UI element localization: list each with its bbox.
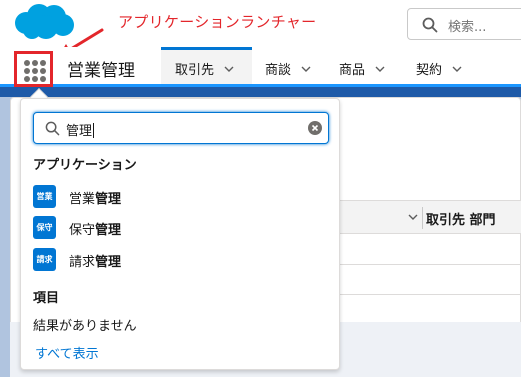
- app-item-billing-management[interactable]: 請求 請求管理: [33, 246, 323, 274]
- table-row-divider: [330, 264, 521, 265]
- tab-label: 契約: [416, 63, 443, 78]
- app-icon-sales: 営業: [33, 185, 56, 208]
- show-all-link[interactable]: すべて表示: [35, 343, 99, 362]
- chevron-down-icon[interactable]: [375, 64, 385, 74]
- app-item-label: 請求管理: [69, 255, 122, 270]
- global-search-input[interactable]: 検索...: [407, 8, 521, 40]
- column-divider: [422, 207, 423, 229]
- clear-icon[interactable]: [308, 121, 322, 135]
- tab-label: 取引先: [175, 63, 215, 78]
- tab-accounts[interactable]: 取引先: [161, 47, 252, 84]
- app-item-sales-management[interactable]: 営業 営業管理: [33, 183, 323, 211]
- search-icon: [422, 17, 438, 33]
- app-launcher-button[interactable]: [14, 51, 53, 87]
- app-icon-maintenance: 保守: [33, 216, 56, 239]
- tab-opportunities[interactable]: 商談: [265, 47, 311, 84]
- tab-label: 商品: [339, 63, 366, 78]
- app-launcher-dropdown: 管理 アプリケーション 営業 営業管理 保守 保守管理 請求 請求管理 項目 結…: [20, 98, 340, 370]
- app-item-label: 保守管理: [69, 223, 122, 238]
- tab-contracts[interactable]: 契約: [416, 47, 462, 84]
- search-icon: [45, 121, 60, 136]
- chevron-down-icon[interactable]: [407, 211, 419, 223]
- app-item-maintenance-management[interactable]: 保守 保守管理: [33, 214, 323, 242]
- tab-products[interactable]: 商品: [339, 47, 385, 84]
- app-search-input[interactable]: 管理: [33, 112, 329, 144]
- no-results-text: 結果がありません: [33, 319, 137, 334]
- app-name: 営業管理: [67, 61, 135, 81]
- search-placeholder: 検索...: [448, 20, 487, 35]
- apps-section-title: アプリケーション: [33, 158, 137, 173]
- items-section-title: 項目: [33, 291, 60, 306]
- app-launcher-annotation-label: アプリケーションランチャー: [118, 13, 317, 31]
- app-navigation-bar: 営業管理 取引先 商談 商品 契約: [0, 47, 521, 87]
- tab-label: 商談: [265, 63, 292, 78]
- chevron-down-icon[interactable]: [224, 64, 234, 74]
- table-row-divider: [330, 294, 521, 295]
- table-header-row: 取引先 部門: [330, 200, 521, 234]
- column-header-account-department[interactable]: 取引先 部門: [426, 209, 496, 228]
- chevron-down-icon[interactable]: [452, 64, 462, 74]
- app-item-label: 営業管理: [69, 192, 122, 207]
- chevron-down-icon[interactable]: [301, 64, 311, 74]
- app-search-value: 管理: [66, 124, 93, 139]
- app-launcher-waffle-icon: [24, 60, 46, 82]
- page-banner: [0, 87, 521, 97]
- app-icon-billing: 請求: [33, 248, 56, 271]
- text-cursor: [93, 123, 95, 138]
